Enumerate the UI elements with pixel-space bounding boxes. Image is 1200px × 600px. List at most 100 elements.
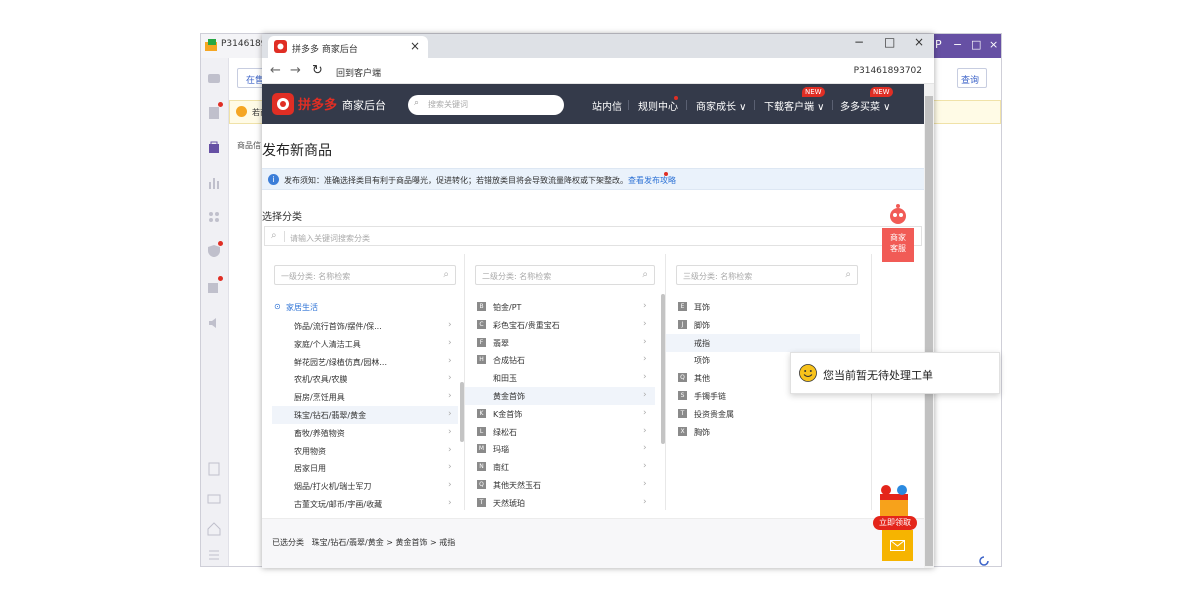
category-row[interactable]: 戒指: [666, 333, 860, 352]
background-maximize-button[interactable]: □: [971, 38, 981, 51]
category-label: 黄金首饰: [493, 392, 525, 401]
apps-icon[interactable]: [207, 210, 221, 224]
browser-tab[interactable]: 拼多多 商家后台 ×: [268, 36, 428, 58]
address-bar: ← → ↻ 回到客户端 P31461893702: [262, 58, 934, 84]
background-query-button[interactable]: 查询: [957, 68, 987, 88]
note-icon[interactable]: [207, 280, 221, 294]
category-row[interactable]: T 投资贵金属: [666, 405, 860, 423]
chevron-right-icon: ›: [448, 373, 452, 384]
category-row[interactable]: 农机/农具/农膜 ›: [272, 370, 458, 388]
category-row[interactable]: 家庭/个人清洁工具 ›: [272, 335, 458, 353]
back-to-client-link[interactable]: 回到客户端: [336, 66, 381, 79]
category-label: 脚饰: [694, 320, 710, 330]
level3-search-input[interactable]: 三级分类: 名称检索 ⌕: [676, 265, 858, 285]
nav-messages[interactable]: 站内信: [592, 98, 622, 113]
minimize-button[interactable]: −: [854, 35, 864, 49]
background-close-button[interactable]: ×: [989, 38, 998, 51]
level1-search-input[interactable]: 一级分类: 名称检索 ⌕: [274, 265, 456, 285]
chat-icon[interactable]: [207, 72, 221, 86]
category-row[interactable]: M 玛瑙 ›: [465, 440, 655, 458]
page-scrollbar-thumb[interactable]: [925, 96, 933, 566]
category-row[interactable]: 和田玉 ›: [465, 369, 655, 387]
chevron-right-icon: ›: [643, 407, 647, 418]
home-icon[interactable]: [207, 522, 221, 536]
promo-claim-button[interactable]: 立即领取: [873, 516, 917, 530]
search-icon: ⌕: [414, 98, 420, 108]
nav-download-client[interactable]: 下载客户端 ∨: [764, 98, 825, 113]
level2-search-input[interactable]: 二级分类: 名称检索 ⌕: [475, 265, 655, 285]
notification-dot: [218, 276, 223, 281]
pinduoduo-logo-icon[interactable]: [272, 93, 294, 115]
promo-widget[interactable]: 立即领取: [870, 484, 918, 534]
chevron-right-icon: ›: [643, 496, 647, 507]
nav-merchant-growth[interactable]: 商家成长 ∨: [696, 98, 747, 113]
forward-arrow-icon[interactable]: →: [290, 63, 301, 78]
tab-close-icon[interactable]: ×: [410, 39, 420, 53]
category-row[interactable]: N 南红 ›: [465, 458, 655, 476]
category-row[interactable]: E 耳饰: [666, 298, 860, 316]
category-row[interactable]: 黄金首饰 ›: [465, 387, 655, 405]
level2-search-placeholder: 二级分类: 名称检索: [482, 272, 552, 281]
toast-text: 您当前暂无待处理工单: [823, 369, 933, 382]
chevron-right-icon: ›: [448, 409, 452, 419]
back-arrow-icon[interactable]: ←: [270, 63, 281, 78]
category-row[interactable]: T 天然琥珀 ›: [465, 494, 655, 510]
category-row[interactable]: 农用物资 ›: [272, 442, 458, 460]
category-label: 烟品/打火机/瑞士军刀: [294, 482, 372, 492]
category-label: 珠宝/钻石/翡翠/黄金: [294, 411, 367, 420]
category-search-input[interactable]: ⌕ 请输入关键词搜索分类: [264, 226, 922, 246]
category-row[interactable]: 畜牧/养殖物资 ›: [272, 424, 458, 442]
document-icon[interactable]: [207, 106, 221, 120]
nav-rules-center[interactable]: 规则中心: [638, 98, 678, 113]
level1-scrollbar[interactable]: [460, 382, 464, 442]
category-group-header[interactable]: ⊙ 家居生活: [264, 298, 464, 316]
index-letter-badge: B: [477, 302, 486, 311]
category-row[interactable]: L 绿松石 ›: [465, 423, 655, 441]
new-badge: NEW: [870, 87, 893, 97]
index-letter-badge: C: [477, 319, 486, 329]
notification-dot: [218, 241, 223, 246]
category-row[interactable]: 居家日用 ›: [272, 459, 458, 477]
category-row[interactable]: Q 其他天然玉石 ›: [465, 476, 655, 494]
level3-search-placeholder: 三级分类: 名称检索: [683, 272, 753, 281]
maximize-button[interactable]: □: [884, 35, 895, 49]
list-icon[interactable]: [207, 462, 221, 476]
category-row[interactable]: 厨房/烹饪用具 ›: [272, 388, 458, 406]
category-row[interactable]: B 铂金/PT ›: [465, 298, 655, 316]
shield-icon[interactable]: [207, 244, 221, 258]
category-row[interactable]: 烟品/打火机/瑞士军刀 ›: [272, 477, 458, 495]
background-partial-icon: P: [935, 38, 942, 51]
category-row[interactable]: 饰品/流行首饰/摆件/保... ›: [272, 317, 458, 335]
refresh-icon[interactable]: [977, 554, 991, 568]
customer-service-button[interactable]: 商家 客服: [882, 228, 914, 262]
index-letter-badge: E: [678, 302, 687, 311]
publish-guide-link[interactable]: 查看发布攻略: [628, 176, 676, 185]
category-row[interactable]: C 彩色宝石/贵重宝石 ›: [465, 316, 655, 334]
menu-icon[interactable]: [207, 548, 221, 562]
chevron-right-icon: ›: [448, 426, 452, 437]
background-window-controls: P − □ ×: [933, 34, 1001, 58]
close-button[interactable]: ×: [914, 35, 924, 49]
category-row[interactable]: 鲜花园艺/绿植仿真/园林... ›: [272, 353, 458, 371]
header-search[interactable]: ⌕ 搜索关键词: [408, 95, 564, 115]
nav-duoduo-grocery[interactable]: 多多买菜 ∨: [840, 98, 891, 113]
category-row[interactable]: K K金首饰 ›: [465, 405, 655, 423]
site-logo-text[interactable]: 拼多多: [298, 94, 337, 113]
reload-icon[interactable]: ↻: [312, 63, 323, 78]
mail-button[interactable]: [882, 530, 913, 561]
shopping-bag-icon[interactable]: [207, 140, 221, 154]
category-row[interactable]: 古董文玩/邮币/字画/收藏 ›: [272, 495, 458, 510]
chevron-right-icon: ›: [643, 479, 647, 489]
speaker-icon[interactable]: [207, 316, 221, 330]
video-icon[interactable]: [207, 492, 221, 506]
level2-scrollbar[interactable]: [661, 294, 665, 444]
category-row[interactable]: X 胸饰: [666, 423, 860, 441]
category-row[interactable]: H 合成钻石 ›: [465, 351, 655, 369]
bar-chart-icon[interactable]: [207, 176, 221, 190]
background-minimize-button[interactable]: −: [953, 38, 962, 51]
customer-service-widget[interactable]: 商家 客服: [882, 202, 914, 262]
category-row[interactable]: F 翡翠 ›: [465, 334, 655, 352]
category-row[interactable]: J 脚饰: [666, 316, 860, 334]
category-row[interactable]: 珠宝/钻石/翡翠/黄金 ›: [272, 406, 458, 424]
warning-icon: [236, 106, 247, 117]
